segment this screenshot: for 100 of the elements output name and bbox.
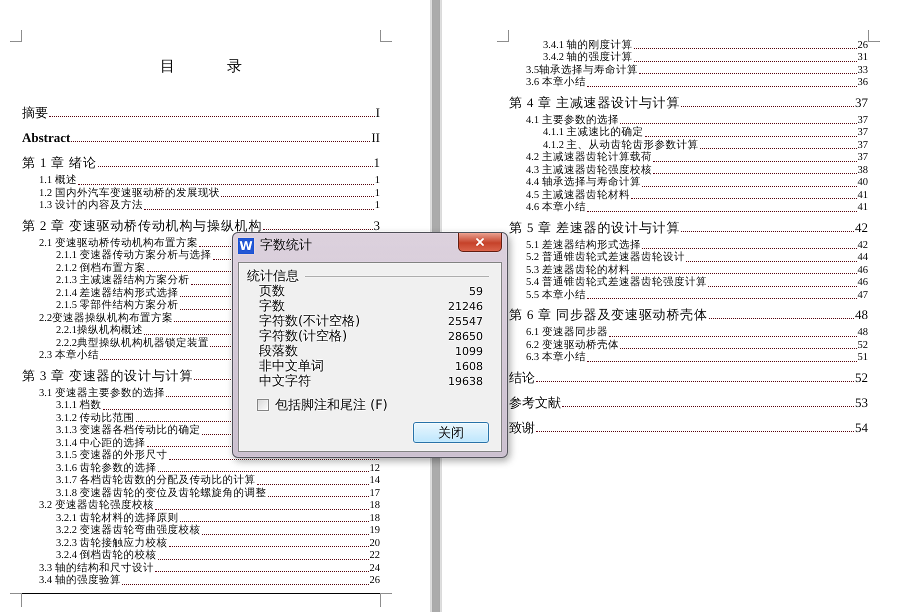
- section-title: 5.2 普通锥齿轮式差速器齿轮设计: [526, 252, 685, 264]
- stat-label: 字符数(不计空格): [259, 314, 360, 329]
- stat-value: 19638: [448, 374, 483, 389]
- page-number: 19: [370, 525, 380, 538]
- notes-checkbox[interactable]: [257, 399, 269, 411]
- chapter-title: 第 5 章 差速器的设计与计算: [509, 218, 680, 237]
- section-title: 4.4 轴承选择与寿命计算: [526, 177, 641, 189]
- section-title: 3.6 本章小结: [526, 77, 586, 90]
- close-icon: [474, 236, 486, 248]
- section-title: 5.5 本章小结: [526, 290, 586, 302]
- section-title: 4.1.1 主减速比的确定: [543, 127, 644, 139]
- toc-heading: 结论: [509, 368, 535, 387]
- page-number: 38: [858, 164, 868, 178]
- page-number: 37: [858, 140, 868, 152]
- section-title: 1.2 国内外汽车变速驱动桥的发展现状: [39, 188, 220, 199]
- section-title: 5.1 差速器结构形式选择: [526, 240, 641, 251]
- page-number: 51: [858, 352, 868, 365]
- stat-value: 28650: [448, 329, 483, 344]
- section-title: 1.1 概述: [39, 175, 77, 187]
- page-number: 52: [855, 368, 868, 387]
- section-title: 3.1 变速器主要参数的选择: [39, 388, 165, 400]
- page-number: 44: [858, 252, 868, 265]
- page-number: 14: [370, 475, 380, 488]
- section-title: 6.1 变速器同步器: [526, 327, 608, 339]
- page-number: 46: [858, 264, 868, 278]
- page-number: 54: [855, 418, 868, 437]
- page-number: 46: [858, 277, 868, 290]
- page-number: 48: [855, 306, 868, 324]
- stat-label: 段落数: [259, 344, 298, 359]
- close-button[interactable]: [458, 233, 502, 252]
- close-dialog-button[interactable]: 关闭: [413, 422, 489, 443]
- section-title: 4.3 主减速器齿轮强度校核: [526, 164, 652, 176]
- stat-value: 1099: [455, 344, 483, 359]
- section-title: 2.1.4 差速器结构形式选择: [56, 288, 179, 299]
- chapter-title: 第 6 章 同步器及变速驱动桥壳体: [509, 306, 708, 324]
- section-title: 3.2.2 变速器齿轮弯曲强度校核: [56, 525, 201, 537]
- section-title: 6.2 变速驱动桥壳体: [526, 340, 619, 351]
- section-title: 3.1.1 档数: [56, 400, 102, 412]
- section-title: 6.3 本章小结: [526, 352, 586, 365]
- page-number: 12: [370, 462, 380, 475]
- page-number: I: [376, 104, 380, 122]
- dialog-title: 字数统计: [260, 237, 312, 255]
- app-logo: W: [238, 238, 254, 254]
- toc-heading: 参考文献: [509, 394, 561, 412]
- chapter-title: 第 4 章 主减速器设计与计算: [509, 94, 680, 112]
- page-number: 48: [858, 327, 868, 340]
- page-number: 3: [374, 216, 380, 234]
- page-number: 37: [858, 127, 868, 140]
- section-title: 4.6 本章小结: [526, 202, 586, 215]
- stat-label: 字符数(计空格): [259, 329, 348, 344]
- page-number: 20: [370, 538, 380, 550]
- page-number: 41: [858, 190, 868, 202]
- page-number: 1: [374, 154, 380, 172]
- chapter-title: 第 2 章 变速驱动桥传动机构与操纵机构: [22, 216, 262, 234]
- page-number: 17: [370, 488, 380, 500]
- section-title: 3.1.7 各档齿轮齿数的分配及传动比的计算: [56, 475, 256, 487]
- section-title: 3.5轴承选择与寿命计算: [526, 64, 638, 76]
- section-title: 3.4 轴的强度验算: [39, 575, 121, 588]
- page-number: 33: [858, 64, 868, 78]
- section-title: 2.1.2 倒档布置方案: [56, 262, 146, 274]
- stat-value: 1608: [455, 359, 483, 374]
- section-title: 2.1 变速驱动桥传动机构布置方案: [39, 238, 198, 249]
- page-number: 26: [370, 575, 380, 588]
- page-number: 42: [858, 240, 868, 252]
- section-title: 3.4.2 轴的强度计算: [543, 52, 633, 64]
- page-number: 40: [858, 177, 868, 190]
- stat-label: 非中文单词: [259, 359, 324, 374]
- page-number: 1: [374, 175, 380, 188]
- section-title: 3.1.3 变速器各档传动比的确定: [56, 425, 201, 437]
- section-title: 3.2 变速器齿轮强度校核: [39, 500, 154, 512]
- page-number: 36: [858, 77, 868, 90]
- section-title: 2.1.1 变速器传动方案分析与选择: [56, 250, 212, 262]
- chapter-title: 第 1 章 绪论: [22, 154, 97, 172]
- section-title: 3.1.4 中心距的选择: [56, 438, 146, 449]
- stat-label: 字数: [259, 299, 285, 314]
- section-title: 2.1.5 零部件结构方案分析: [56, 300, 179, 312]
- page-number: 18: [370, 500, 380, 512]
- section-title: 4.1 主要参数的选择: [526, 114, 619, 126]
- section-title: 3.1.2 传动比范围: [56, 412, 135, 424]
- stat-value: 25547: [448, 314, 483, 329]
- section-title: 5.3 差速器齿轮的材料: [526, 264, 630, 276]
- page-number: 1: [374, 188, 380, 200]
- toc-heading: Abstract: [22, 129, 70, 147]
- contents-title: 目 录: [159, 58, 267, 77]
- section-title: 3.2.1 齿轮材料的选择原则: [56, 512, 179, 524]
- page-number: 24: [370, 562, 380, 575]
- section-title: 3.4.1 轴的刚度计算: [543, 40, 633, 51]
- section-title: 2.1.3 主减速器结构方案分析: [56, 275, 190, 287]
- section-title: 4.5 主减速器齿轮材料: [526, 190, 630, 201]
- page-number: 52: [858, 340, 868, 352]
- section-title: 4.1.2 主、从动齿轮齿形参数计算: [543, 140, 699, 151]
- section-title: 1.3 设计的内容及方法: [39, 200, 143, 212]
- page-number: II: [371, 129, 380, 147]
- section-title: 3.1.5 变速器的外形尺寸: [56, 450, 168, 462]
- chapter-title: 第 3 章 变速器的设计与计算: [22, 366, 194, 384]
- stat-label: 页数: [259, 284, 285, 299]
- section-title: 2.2.2典型操纵机构机器锁定装置: [56, 338, 209, 349]
- group-label: 统计信息: [247, 268, 299, 284]
- page-number: 37: [858, 114, 868, 128]
- section-title: 2.3 本章小结: [39, 350, 99, 362]
